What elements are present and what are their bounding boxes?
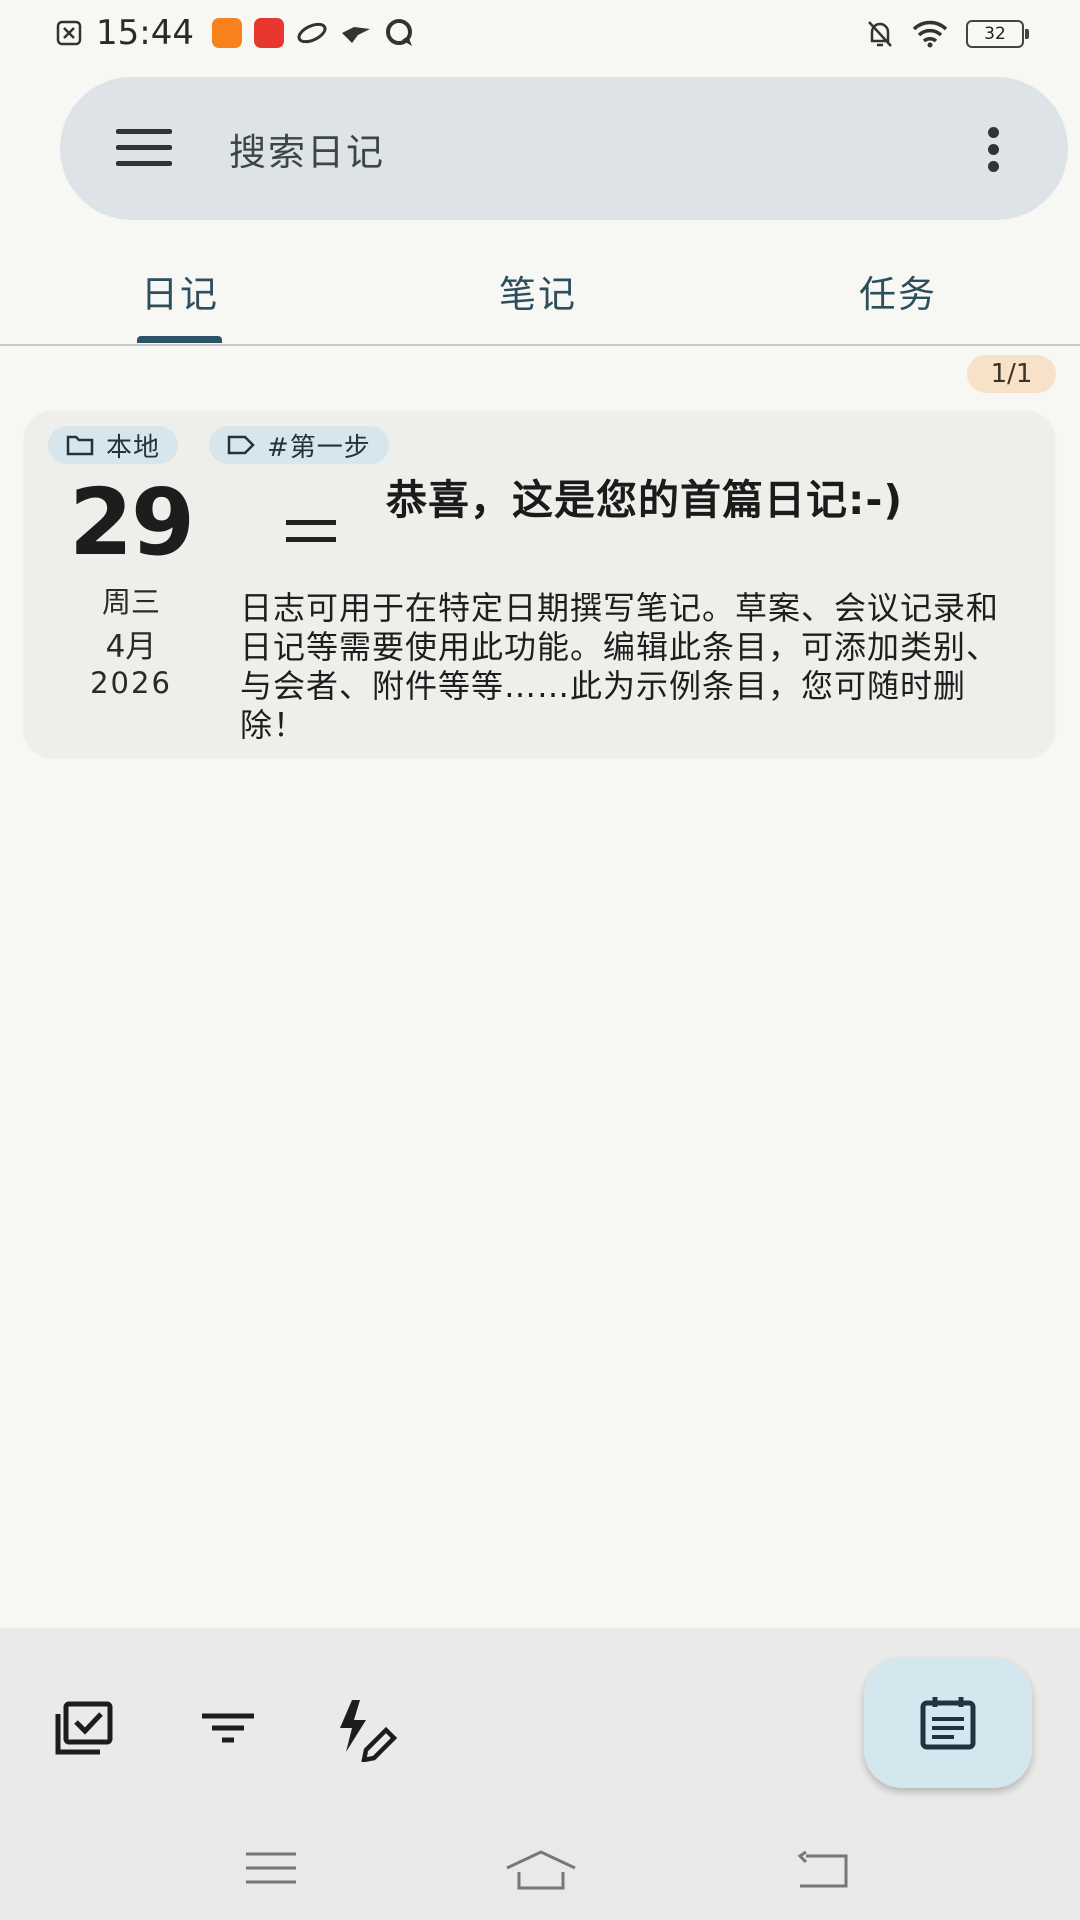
entry-day: 29	[68, 469, 195, 576]
tab-journal[interactable]: 日记	[141, 264, 219, 318]
bird-app-icon	[341, 27, 370, 43]
planet-app-icon	[297, 22, 327, 44]
wifi-icon	[912, 20, 948, 48]
collection-chip[interactable]: 本地	[48, 426, 179, 464]
system-nav-bar	[0, 1818, 1080, 1920]
taobao-app-icon	[211, 18, 242, 48]
select-all-icon[interactable]	[52, 1698, 116, 1762]
journal-entry-card[interactable]: 本地 #第一步 29 周三 4月 2026 恭喜，这是您的首篇日记:-) 日志可…	[24, 411, 1055, 757]
category-label: #第一步	[267, 432, 371, 463]
chat-app-icon	[385, 19, 412, 46]
tab-indicator	[137, 336, 222, 343]
bell-off-icon	[868, 21, 892, 47]
pinduoduo-app-icon	[253, 18, 284, 48]
status-bar-right: 32	[866, 14, 1029, 54]
entry-year: 2026	[90, 666, 172, 700]
bottom-action-bar	[0, 1628, 1080, 1818]
tab-notes[interactable]: 笔记	[499, 264, 577, 318]
search-input[interactable]: 搜索日记	[229, 122, 385, 176]
entry-weekday: 周三	[101, 585, 160, 619]
drag-handle-icon	[286, 520, 336, 544]
new-journal-button[interactable]	[864, 1658, 1032, 1788]
notification-close-icon	[56, 20, 82, 46]
entry-month: 4月	[105, 629, 157, 665]
entry-body: 日志可用于在特定日期撰写笔记。草案、会议记录和日记等需要使用此功能。编辑此条目，…	[240, 589, 1000, 744]
menu-icon[interactable]	[116, 129, 172, 167]
recents-icon[interactable]	[244, 1850, 298, 1886]
filter-icon[interactable]	[196, 1698, 260, 1762]
category-chip[interactable]: #第一步	[209, 426, 389, 464]
quick-edit-icon[interactable]	[336, 1698, 400, 1762]
battery-icon: 32	[966, 20, 1029, 48]
label-icon	[227, 435, 255, 455]
status-bar: 15:44 32	[0, 0, 1080, 66]
tab-tasks[interactable]: 任务	[859, 264, 937, 318]
tab-bar: 日记 笔记 任务	[0, 240, 1080, 346]
search-bar[interactable]: 搜索日记	[60, 77, 1068, 220]
entry-title: 恭喜，这是您的首篇日记:-)	[386, 476, 904, 524]
screen: 15:44 32 搜索日记 日记 笔记 任务 1/1 本地 #第一步 29 周三…	[0, 0, 1080, 1920]
status-bar-left: 15:44	[56, 12, 416, 54]
more-options-icon[interactable]	[988, 127, 1000, 172]
back-icon[interactable]	[796, 1850, 850, 1890]
battery-level: 32	[984, 24, 1006, 44]
folder-icon	[66, 435, 94, 456]
new-journal-icon	[920, 1697, 976, 1750]
entry-counter-badge: 1/1	[967, 355, 1056, 393]
collection-label: 本地	[106, 432, 161, 463]
home-icon[interactable]	[505, 1850, 577, 1890]
status-time: 15:44	[96, 13, 194, 53]
